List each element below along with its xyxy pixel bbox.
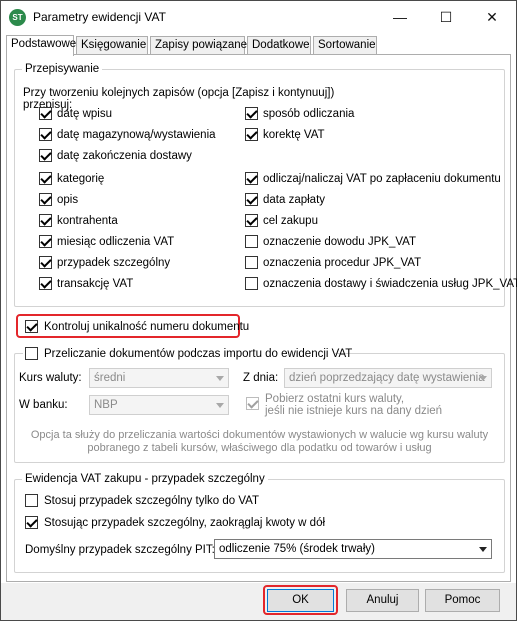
z-dnia-label: Z dnia: xyxy=(243,372,279,384)
przepisuj-left-label-2[interactable]: datę zakończenia dostawy xyxy=(57,149,192,163)
zaokraglaj-label[interactable]: Stosując przypadek szczególny, zaokrągla… xyxy=(44,516,325,530)
zaokraglaj-checkbox[interactable] xyxy=(25,516,38,529)
przepisuj-right-checkbox-5[interactable] xyxy=(245,235,258,248)
pit-label: Domyślny przypadek szczególny PIT: xyxy=(25,544,215,556)
przepisuj-left-checkbox-2[interactable] xyxy=(39,149,52,162)
tab-podstawowe[interactable]: Podstawowe xyxy=(6,35,76,56)
w-banku-select[interactable]: NBP xyxy=(89,395,229,415)
przepisuj-left-checkbox-4[interactable] xyxy=(39,193,52,206)
w-banku-label: W banku: xyxy=(19,399,68,411)
przepisuj-left-checkbox-1[interactable] xyxy=(39,128,52,141)
przepisuj-right-checkbox-1[interactable] xyxy=(245,128,258,141)
kontroluj-label[interactable]: Kontroluj unikalność numeru dokumentu xyxy=(44,320,249,334)
przepisuj-right-checkbox-6[interactable] xyxy=(245,256,258,269)
stosuj-tylko-vat-checkbox[interactable] xyxy=(25,494,38,507)
pobierz-kurs-checkbox[interactable] xyxy=(246,397,259,410)
minimize-icon[interactable]: — xyxy=(377,1,423,33)
przepisuj-left-label-5[interactable]: kontrahenta xyxy=(57,214,118,228)
chevron-down-icon xyxy=(216,376,224,381)
chevron-down-icon xyxy=(479,376,487,381)
maximize-icon[interactable]: ☐ xyxy=(423,1,469,33)
tab-sortowanie[interactable]: Sortowanie xyxy=(313,36,377,55)
przepisuj-left-label-0[interactable]: datę wpisu xyxy=(57,107,112,121)
kurs-waluty-select[interactable]: średni xyxy=(89,368,229,388)
window-title: Parametry ewidencji VAT xyxy=(33,10,166,24)
przepisuj-left-checkbox-0[interactable] xyxy=(39,107,52,120)
ewidencja-legend: Ewidencja VAT zakupu - przypadek szczegó… xyxy=(22,472,268,486)
dialog-window: ST Parametry ewidencji VAT — ☐ ✕ Podstaw… xyxy=(0,0,517,621)
z-dnia-select[interactable]: dzień poprzedzający datę wystawienia xyxy=(284,368,492,388)
przepisuj-left-label-3[interactable]: kategorię xyxy=(57,172,104,186)
close-icon[interactable]: ✕ xyxy=(469,1,515,33)
przeliczanie-legend[interactable]: Przeliczanie dokumentów podczas importu … xyxy=(44,347,352,361)
przepisuj-left-checkbox-7[interactable] xyxy=(39,256,52,269)
chevron-down-icon xyxy=(216,403,224,408)
przepisuj-left-label-6[interactable]: miesiąc odliczenia VAT xyxy=(57,235,174,249)
przepisuj-left-checkbox-6[interactable] xyxy=(39,235,52,248)
help-button[interactable]: Pomoc xyxy=(425,589,500,612)
przepisuj-right-checkbox-4[interactable] xyxy=(245,214,258,227)
przepisuj-right-label-4[interactable]: cel zakupu xyxy=(263,214,318,228)
przepisuj-left-label-8[interactable]: transakcję VAT xyxy=(57,277,133,291)
przepisuj-right-label-1[interactable]: korektę VAT xyxy=(263,128,325,142)
przepisuj-left-checkbox-3[interactable] xyxy=(39,172,52,185)
przepisywanie-group: Przepisywanie Przy tworzeniu kolejnych z… xyxy=(14,62,517,307)
button-bar: OK Anuluj Pomoc xyxy=(1,583,516,620)
pobierz-kurs-label-2[interactable]: jeśli nie istnieje kurs na dany dzień xyxy=(265,404,442,418)
przepisuj-right-label-5[interactable]: oznaczenie dowodu JPK_VAT xyxy=(263,235,416,249)
chevron-down-icon xyxy=(479,547,487,552)
przepisuj-right-label-6[interactable]: oznaczenia procedur JPK_VAT xyxy=(263,256,421,270)
przeliczanie-checkbox[interactable] xyxy=(25,347,38,360)
przepisuj-left-label-4[interactable]: opis xyxy=(57,193,78,207)
przepisuj-right-label-3[interactable]: data zapłaty xyxy=(263,193,325,207)
tab-zapisy-powiazane[interactable]: Zapisy powiązane xyxy=(150,36,247,55)
app-logo-icon: ST xyxy=(9,9,26,26)
tab-dodatkowe[interactable]: Dodatkowe xyxy=(247,36,311,55)
przepisuj-right-label-0[interactable]: sposób odliczania xyxy=(263,107,354,121)
ewidencja-group: Ewidencja VAT zakupu - przypadek szczegó… xyxy=(14,472,505,573)
przeliczanie-group: Przeliczanie dokumentów podczas importu … xyxy=(14,345,505,463)
przepisuj-right-checkbox-0[interactable] xyxy=(245,107,258,120)
przepisuj-right-checkbox-7[interactable] xyxy=(245,277,258,290)
cancel-button[interactable]: Anuluj xyxy=(346,589,419,612)
przepisuj-left-checkbox-5[interactable] xyxy=(39,214,52,227)
przepisuj-left-checkbox-8[interactable] xyxy=(39,277,52,290)
przepisuj-right-label-7[interactable]: oznaczenia dostawy i świadczenia usług J… xyxy=(263,277,517,291)
przepisuj-left-label-7[interactable]: przypadek szczególny xyxy=(57,256,170,270)
przepisuj-right-checkbox-2[interactable] xyxy=(245,172,258,185)
tab-panel-podstawowe: Przepisywanie Przy tworzeniu kolejnych z… xyxy=(6,54,517,582)
przepisuj-right-label-2[interactable]: odliczaj/naliczaj VAT po zapłaceniu doku… xyxy=(263,172,501,186)
kontroluj-checkbox[interactable] xyxy=(25,320,38,333)
przeliczanie-info-2: pobranego z tabeli kursów, właściwego dl… xyxy=(87,442,432,454)
przepisywanie-legend: Przepisywanie xyxy=(22,62,103,76)
title-bar[interactable]: ST Parametry ewidencji VAT — ☐ ✕ xyxy=(1,1,516,33)
przepisuj-right-checkbox-3[interactable] xyxy=(245,193,258,206)
stosuj-tylko-vat-label[interactable]: Stosuj przypadek szczególny tylko do VAT xyxy=(44,494,259,508)
ok-button[interactable]: OK xyxy=(267,589,334,612)
kurs-waluty-label: Kurs waluty: xyxy=(19,372,82,384)
tab-ksiegowanie[interactable]: Księgowanie xyxy=(76,36,148,55)
przepisuj-left-label-1[interactable]: datę magazynową/wystawienia xyxy=(57,128,216,142)
przeliczanie-info: Opcja ta służy do przeliczania wartości … xyxy=(30,429,489,441)
pit-select[interactable]: odliczenie 75% (środek trwały) xyxy=(214,539,492,559)
